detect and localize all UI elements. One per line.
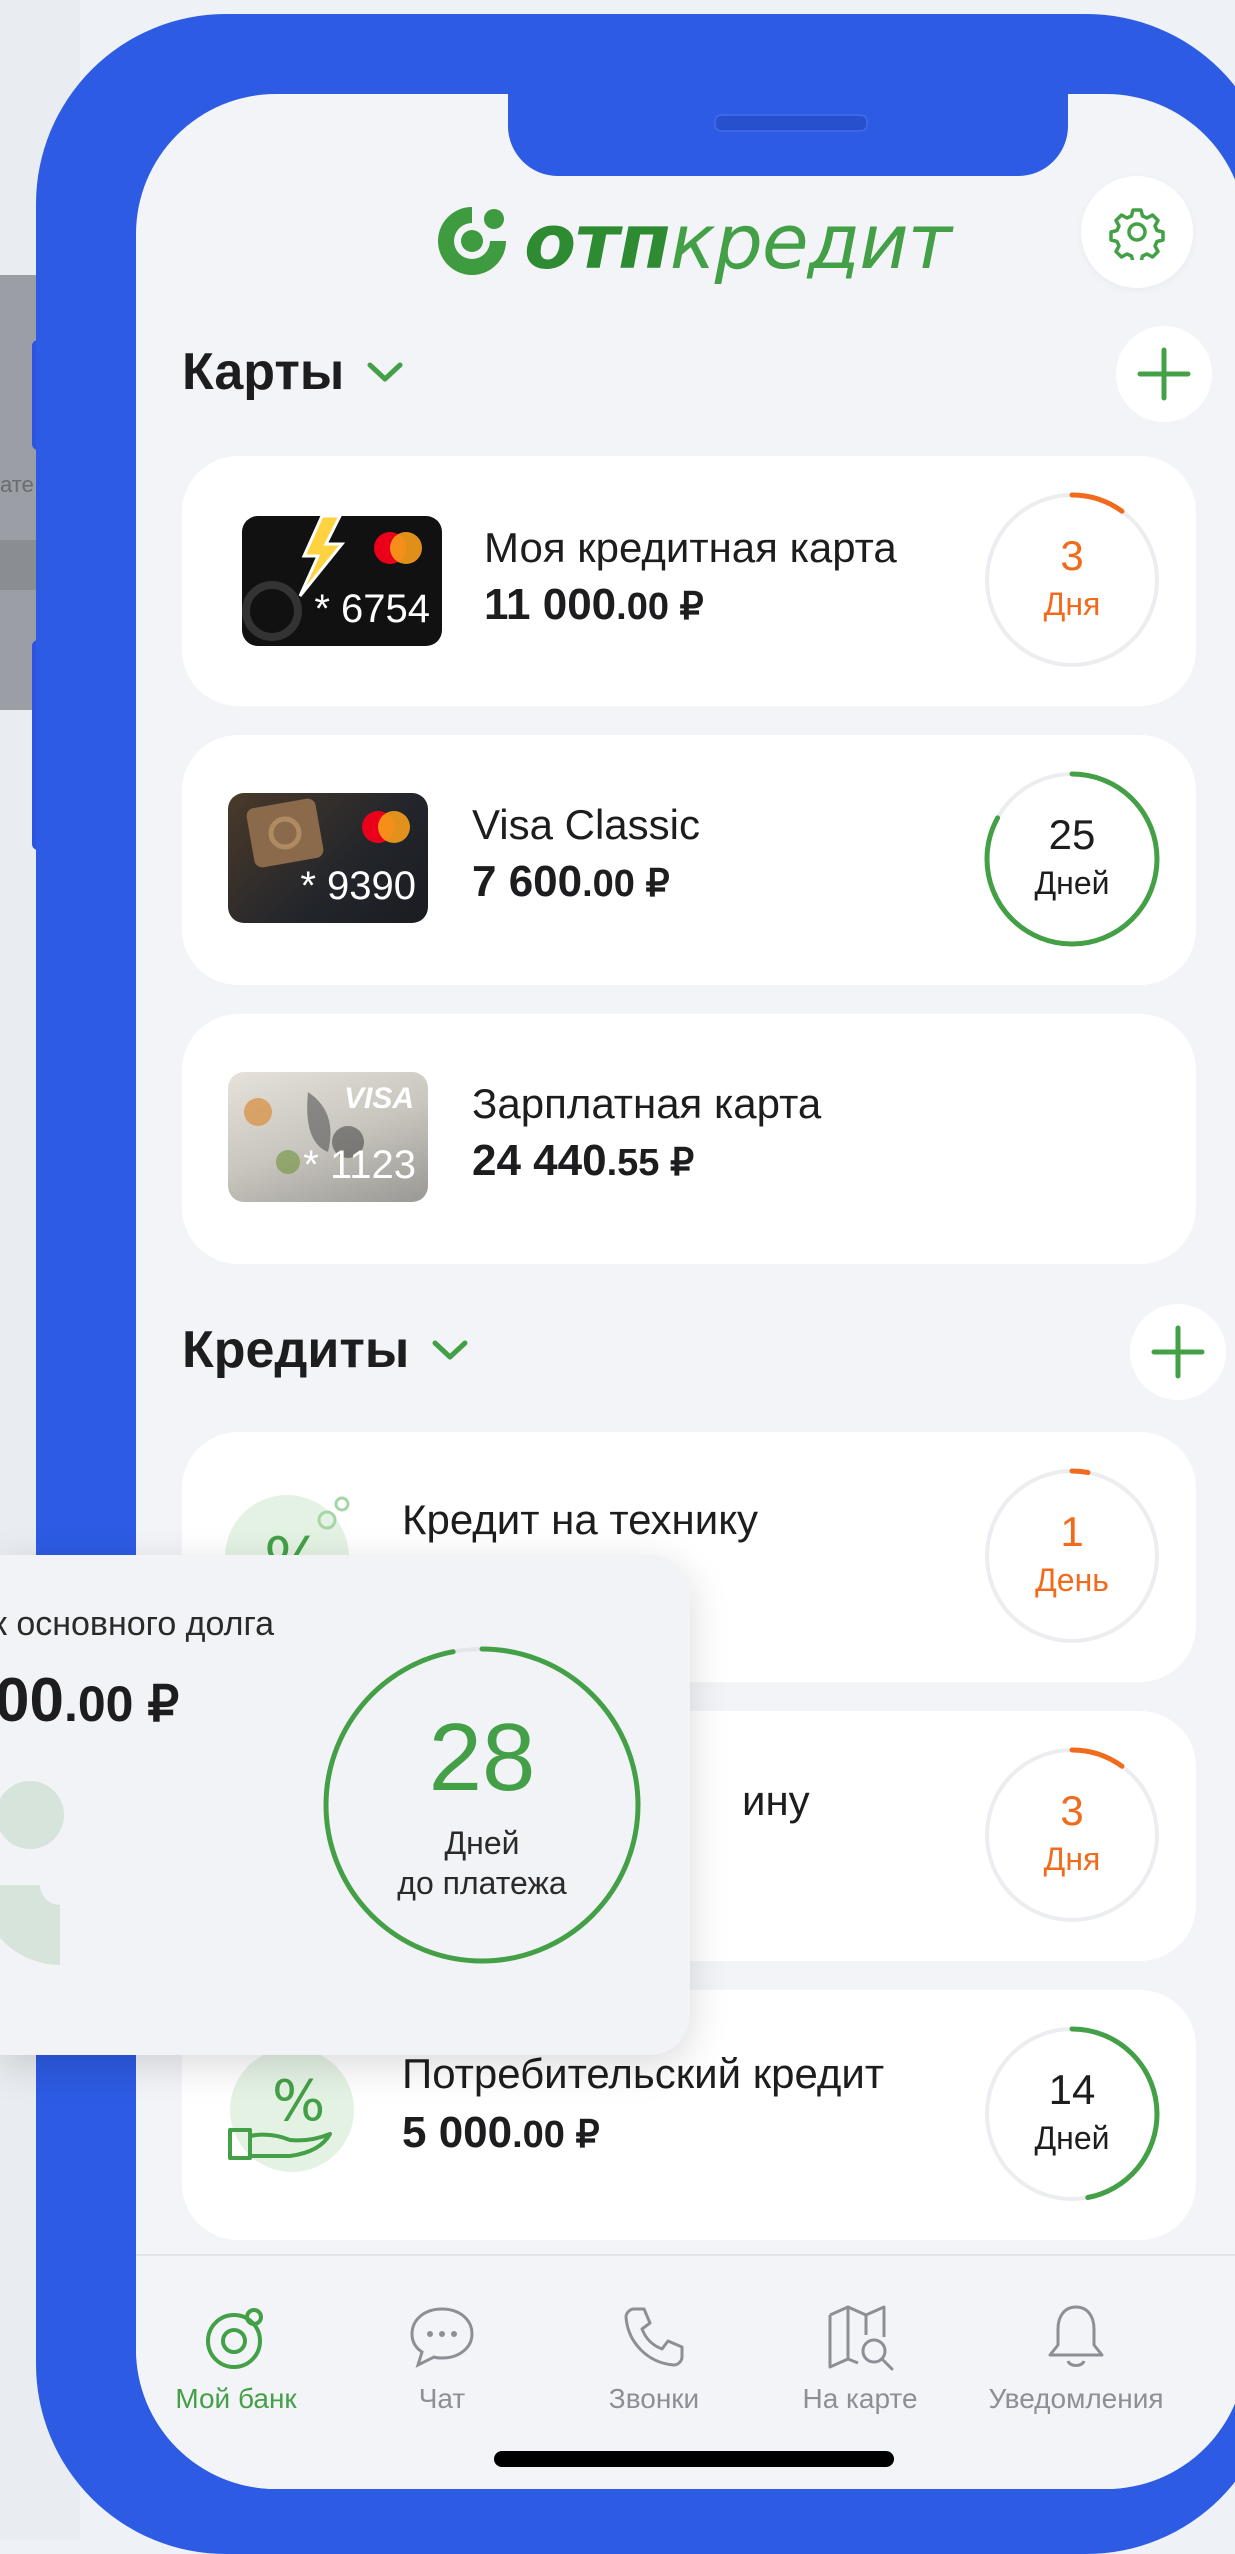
phone-icon xyxy=(624,2307,684,2367)
visa-logo: VISA xyxy=(343,1082,414,1115)
map-icon xyxy=(828,2305,894,2371)
speaker-icon xyxy=(714,114,868,132)
brand-logo: отпкредит xyxy=(432,186,952,296)
tab-label: Звонки xyxy=(608,2383,700,2414)
days-count: 3 xyxy=(1060,532,1084,579)
days-ring-graphic xyxy=(984,1468,1160,1644)
card-title: Зарплатная карта xyxy=(472,1080,822,1127)
card-item[interactable]: * 9390 Visa Classic 7 600.00 ₽ 25 Дней xyxy=(182,735,1196,985)
days-ring: 25 Дней xyxy=(982,769,1162,949)
card-amount-dec: .00 ₽ xyxy=(582,863,670,905)
card-item[interactable]: VISA * 1123 Зарплатная карта 24 440.55 ₽ xyxy=(182,1014,1196,1264)
days-ring: 3 Дня xyxy=(982,1745,1162,1925)
bell-icon xyxy=(1048,2305,1104,2367)
tab-label: Мой банк xyxy=(175,2383,297,2414)
chat-icon xyxy=(410,2307,474,2368)
days-label: Дней xyxy=(1034,865,1110,901)
chevron-down-icon xyxy=(367,362,403,382)
card-thumbnail: VISA * 1123 xyxy=(228,1072,428,1202)
decorative-logo-shape xyxy=(0,1781,64,1965)
card-amount-int: 7 600 xyxy=(472,857,583,906)
tab-label: Чат xyxy=(418,2383,466,2414)
tab-map[interactable]: На карте xyxy=(760,2301,960,2415)
card-mask: * 1123 xyxy=(303,1143,416,1187)
tab-notifications[interactable]: Уведомления xyxy=(966,2301,1186,2415)
phone-frame: отпкредит Карты * 6754 Моя кредитная кар… xyxy=(36,14,1235,2554)
add-credit-button[interactable] xyxy=(1130,1304,1226,1400)
card-item[interactable]: * 6754 Моя кредитная карта 11 000.00 ₽ 3… xyxy=(182,456,1196,706)
credit-title: Кредит на технику xyxy=(402,1496,759,1543)
brand-name-rest: кредит xyxy=(669,196,952,286)
card-amount-int: 11 000 xyxy=(484,580,617,629)
floating-card-title: к основного долга xyxy=(0,1605,275,1643)
days-label: День xyxy=(1035,1562,1109,1598)
credit-title: Потребительский кредит xyxy=(402,2050,885,2097)
background-label: ате xyxy=(0,472,34,497)
card-thumbnail: * 9390 xyxy=(228,793,428,923)
home-indicator[interactable] xyxy=(494,2451,894,2467)
my-bank-icon xyxy=(206,2308,263,2369)
tab-chat[interactable]: Чат xyxy=(342,2301,542,2415)
credit-title-partial: ину xyxy=(742,1777,810,1824)
payment-days-label-1: Дней xyxy=(444,1825,520,1861)
tab-label: Уведомления xyxy=(988,2383,1164,2414)
card-amount-dec: .00 ₽ xyxy=(616,586,704,628)
gear-icon xyxy=(1109,208,1165,260)
days-label: Дня xyxy=(1043,586,1101,622)
days-count: 3 xyxy=(1060,1787,1084,1834)
card-mask: * 9390 xyxy=(300,864,416,908)
svg-text:%: % xyxy=(272,2069,325,2134)
days-ring: 1 День xyxy=(982,1466,1162,1646)
settings-button[interactable] xyxy=(1081,176,1193,288)
payment-days-ring: 28 Дней до платежа xyxy=(322,1645,642,1965)
days-ring-graphic xyxy=(984,2026,1160,2202)
cards-section-title: Карты xyxy=(182,343,345,401)
payment-days-label-2: до платежа xyxy=(397,1865,567,1901)
brand-name-bold: отп xyxy=(524,196,671,286)
card-amount: 11 000.00 ₽ xyxy=(484,580,704,630)
days-count: 1 xyxy=(1060,1508,1084,1555)
credit-amount-int: 5 000 xyxy=(402,2108,513,2157)
card-title: Моя кредитная карта xyxy=(484,524,897,571)
card-amount: 24 440.55 ₽ xyxy=(472,1136,694,1186)
add-card-button[interactable] xyxy=(1116,326,1212,422)
credit-amount-dec: .00 ₽ xyxy=(512,2114,600,2156)
days-ring-graphic xyxy=(984,771,1160,947)
percent-hand-icon: % xyxy=(228,2048,354,2172)
payment-days-count: 28 xyxy=(428,1704,536,1811)
card-thumbnail: * 6754 xyxy=(242,516,442,646)
days-ring-graphic xyxy=(984,1747,1160,1923)
plus-icon xyxy=(1137,347,1191,401)
days-label: Дней xyxy=(1034,2120,1110,2156)
days-count: 25 xyxy=(1048,811,1096,858)
card-title: Visa Classic xyxy=(472,801,700,848)
tab-my-bank[interactable]: Мой банк xyxy=(136,2301,336,2415)
days-ring-graphic xyxy=(984,492,1160,668)
credit-amount: 5 000.00 ₽ xyxy=(402,2108,600,2158)
card-amount-int: 24 440 xyxy=(472,1136,607,1185)
credits-section-toggle[interactable]: Кредиты xyxy=(182,1320,469,1380)
cards-section-toggle[interactable]: Карты xyxy=(182,342,404,402)
floating-card-amount-dec: .00 ₽ xyxy=(63,1676,180,1732)
credits-section-title: Кредиты xyxy=(182,1321,410,1379)
tab-calls[interactable]: Звонки xyxy=(554,2301,754,2415)
brand-name: отпкредит xyxy=(524,196,952,286)
days-label: Дня xyxy=(1043,1841,1101,1877)
floating-payment-card[interactable]: к основного долга 00.00 ₽ 28 Дней до плат… xyxy=(0,1555,690,2055)
floating-card-amount: 00.00 ₽ xyxy=(0,1665,179,1736)
chevron-down-icon xyxy=(432,1340,468,1360)
payment-days-label: Дней до платежа xyxy=(322,1823,642,1903)
tab-label: На карте xyxy=(802,2383,918,2414)
plus-icon xyxy=(1151,1325,1205,1379)
card-amount: 7 600.00 ₽ xyxy=(472,857,670,907)
floating-card-amount-int: 00 xyxy=(0,1666,64,1735)
logo-icon xyxy=(438,207,506,275)
days-ring: 14 Дней xyxy=(982,2024,1162,2204)
days-ring: 3 Дня xyxy=(982,490,1162,670)
card-mask: * 6754 xyxy=(314,587,430,631)
days-count: 14 xyxy=(1048,2066,1096,2113)
phone-notch xyxy=(508,94,1068,176)
app-screen: отпкредит Карты * 6754 Моя кредитная кар… xyxy=(136,94,1235,2489)
card-amount-dec: .55 ₽ xyxy=(606,1142,695,1184)
